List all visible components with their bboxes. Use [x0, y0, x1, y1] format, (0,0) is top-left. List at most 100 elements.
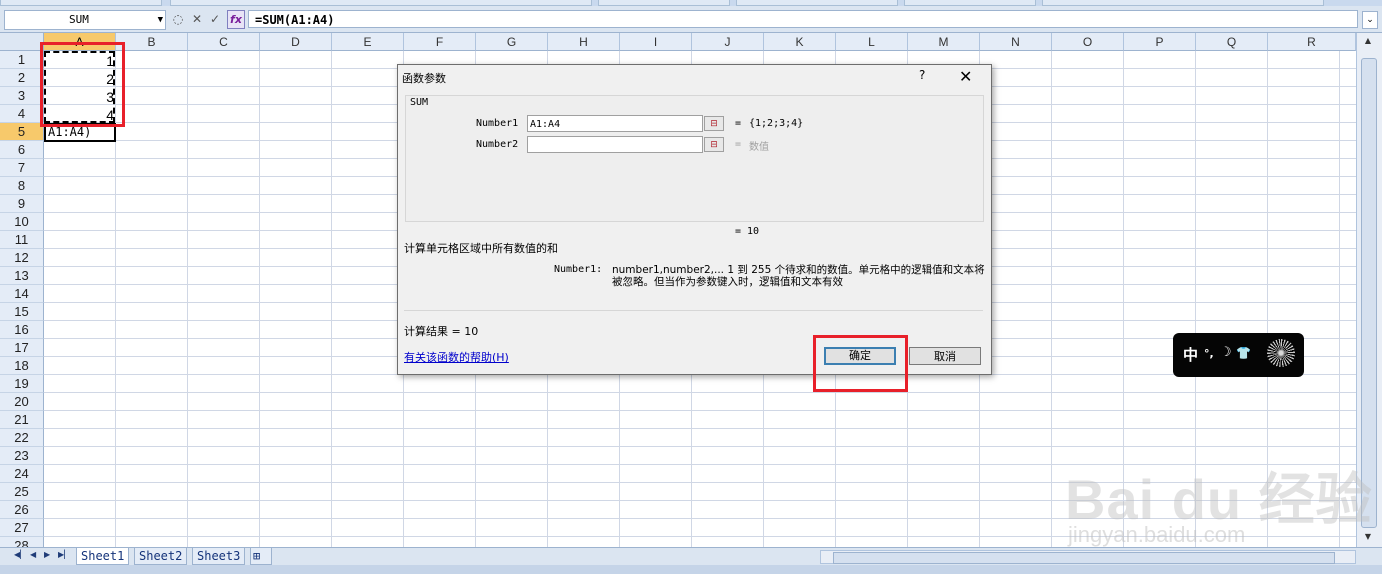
help-icon[interactable]: ?: [919, 68, 925, 82]
divider: [404, 310, 983, 311]
number1-result: {1;2;3;4}: [749, 118, 804, 129]
column-header[interactable]: F: [404, 33, 476, 51]
column-header[interactable]: G: [476, 33, 548, 51]
column-header[interactable]: D: [260, 33, 332, 51]
close-icon[interactable]: ✕: [959, 67, 972, 86]
row-header[interactable]: 27: [0, 519, 44, 537]
row-header[interactable]: 24: [0, 465, 44, 483]
column-header[interactable]: I: [620, 33, 692, 51]
check-icon[interactable]: ✓: [207, 11, 223, 27]
ime-mode-label[interactable]: 中: [1183, 344, 1198, 365]
row-header[interactable]: 22: [0, 429, 44, 447]
dandelion-icon[interactable]: [1267, 339, 1295, 367]
column-header[interactable]: Q: [1196, 33, 1268, 51]
last-sheet-icon[interactable]: ▶▏: [58, 550, 70, 559]
column-header[interactable]: N: [980, 33, 1052, 51]
column-header[interactable]: E: [332, 33, 404, 51]
row-header[interactable]: 17: [0, 339, 44, 357]
name-box-value: SUM: [69, 13, 89, 26]
range-select-icon[interactable]: ⊟: [704, 116, 724, 131]
column-header[interactable]: C: [188, 33, 260, 51]
row-header[interactable]: 16: [0, 321, 44, 339]
row-header[interactable]: 26: [0, 501, 44, 519]
number2-result: 数值: [749, 142, 769, 153]
row-header[interactable]: 7: [0, 159, 44, 177]
row-header[interactable]: 20: [0, 393, 44, 411]
column-header[interactable]: O: [1052, 33, 1124, 51]
select-all-corner[interactable]: [0, 33, 44, 51]
equals-sign: =: [735, 118, 742, 129]
function-arguments-dialog: 函数参数 ? ✕ SUM Number1 A1:A4 ⊟ = {1;2;3;4}…: [397, 64, 992, 375]
help-link[interactable]: 有关该函数的帮助(H): [404, 349, 509, 365]
column-header[interactable]: M: [908, 33, 980, 51]
expand-formula-bar-icon[interactable]: ⌄: [1362, 11, 1378, 29]
param-label: Number1:: [554, 264, 603, 275]
number2-input[interactable]: [527, 136, 703, 153]
tab-sheet2[interactable]: Sheet2: [134, 548, 188, 565]
row-header[interactable]: 15: [0, 303, 44, 321]
calc-result: 计算结果 = 10: [404, 325, 479, 338]
horizontal-scroll-thumb[interactable]: [833, 552, 1335, 564]
ime-toolbar[interactable]: 中 °, ☽ 👕: [1173, 333, 1304, 377]
equals-sign: =: [735, 139, 742, 150]
row-header[interactable]: 12: [0, 249, 44, 267]
row-header[interactable]: 23: [0, 447, 44, 465]
column-header[interactable]: K: [764, 33, 836, 51]
watermark-url: jingyan.baidu.com: [1068, 522, 1246, 547]
row-header[interactable]: 10: [0, 213, 44, 231]
horizontal-scrollbar[interactable]: [820, 550, 1356, 564]
sheet-tab-bar: ◀▏ ◀ ▶ ▶▏ Sheet1 Sheet2 Sheet3 ⊞: [0, 547, 1382, 566]
next-sheet-icon[interactable]: ▶: [44, 550, 50, 559]
formula-bar: SUM ▼ ◌ ✕ ✓ fx =SUM(A1:A4) ⌄: [0, 6, 1382, 33]
row-header[interactable]: 2: [0, 69, 44, 87]
range-select-icon[interactable]: ⊟: [704, 137, 724, 152]
moon-icon[interactable]: ☽: [1220, 345, 1232, 360]
row-header[interactable]: 5: [0, 123, 44, 141]
column-header[interactable]: R: [1268, 33, 1356, 51]
row-header[interactable]: 8: [0, 177, 44, 195]
row-header[interactable]: 9: [0, 195, 44, 213]
column-header[interactable]: L: [836, 33, 908, 51]
arg-label-number1: Number1: [476, 118, 519, 129]
status-bar: [0, 565, 1382, 574]
chevron-down-icon[interactable]: ▼: [158, 11, 163, 29]
row-header[interactable]: 4: [0, 105, 44, 123]
row-header[interactable]: 21: [0, 411, 44, 429]
prev-sheet-icon[interactable]: ◀: [30, 550, 36, 559]
highlight-box-range: [40, 42, 125, 127]
param-description: number1,number2,... 1 到 255 个待求和的数值。单元格中…: [612, 264, 985, 288]
tab-sheet1[interactable]: Sheet1: [76, 548, 130, 565]
column-header[interactable]: J: [692, 33, 764, 51]
scroll-up-icon[interactable]: ▲: [1361, 35, 1375, 47]
row-header[interactable]: 11: [0, 231, 44, 249]
column-header[interactable]: B: [116, 33, 188, 51]
row-header[interactable]: 19: [0, 375, 44, 393]
row-header[interactable]: 18: [0, 357, 44, 375]
cancel-icon[interactable]: ✕: [189, 11, 205, 27]
formula-input[interactable]: =SUM(A1:A4): [248, 10, 1358, 28]
row-header[interactable]: 6: [0, 141, 44, 159]
cancel-button[interactable]: 取消: [909, 347, 981, 365]
circle-icon: ◌: [172, 12, 184, 26]
tab-sheet3[interactable]: Sheet3: [192, 548, 246, 565]
punctuation-icon[interactable]: °,: [1204, 347, 1214, 360]
column-header[interactable]: P: [1124, 33, 1196, 51]
row-header[interactable]: 3: [0, 87, 44, 105]
formula-result: = 10: [735, 226, 760, 237]
column-header[interactable]: H: [548, 33, 620, 51]
row-header[interactable]: 1: [0, 51, 44, 69]
row-header[interactable]: 14: [0, 285, 44, 303]
insert-function-button[interactable]: fx: [227, 10, 245, 29]
insert-sheet-icon[interactable]: ⊞: [250, 548, 272, 565]
row-header[interactable]: 13: [0, 267, 44, 285]
highlight-box-ok: [813, 335, 908, 392]
name-box[interactable]: SUM ▼: [4, 10, 166, 30]
function-name: SUM: [410, 97, 429, 108]
dialog-title: 函数参数: [402, 72, 446, 85]
first-sheet-icon[interactable]: ◀▏: [14, 550, 26, 559]
number1-input[interactable]: A1:A4: [527, 115, 703, 132]
row-header[interactable]: 25: [0, 483, 44, 501]
function-description: 计算单元格区域中所有数值的和: [404, 242, 558, 255]
shirt-icon[interactable]: 👕: [1236, 346, 1251, 360]
arg-label-number2: Number2: [476, 139, 519, 150]
